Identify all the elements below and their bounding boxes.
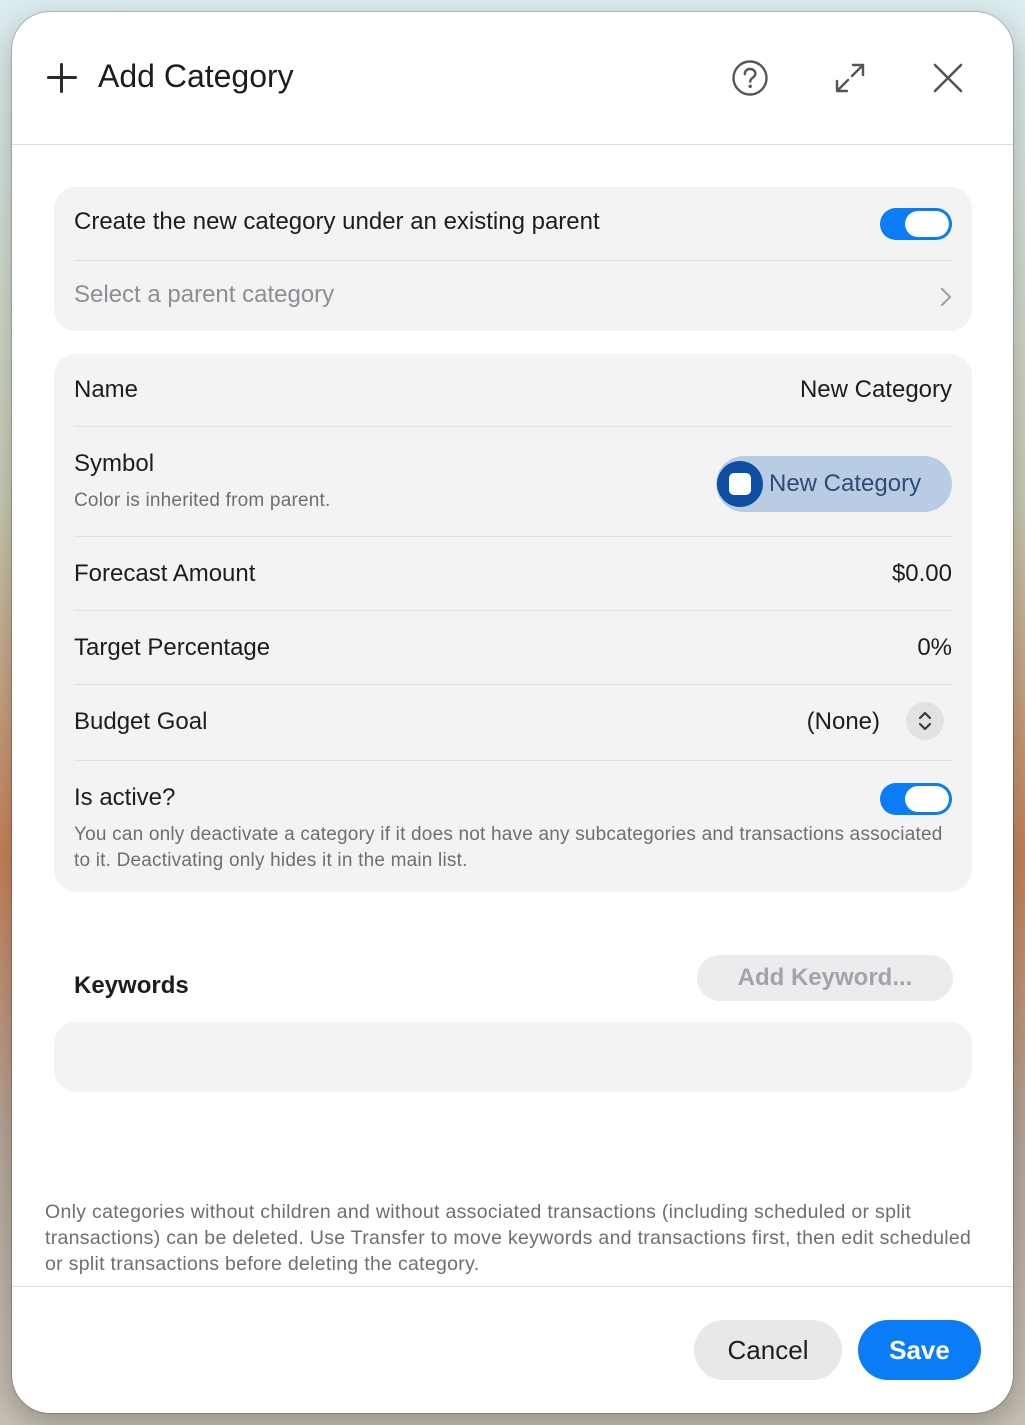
- add-keyword-button[interactable]: Add Keyword...: [697, 955, 953, 1001]
- is-active-row: Is active? You can only deactivate a cat…: [74, 782, 952, 878]
- keywords-list: [54, 1022, 972, 1092]
- is-active-toggle[interactable]: [880, 783, 952, 815]
- save-button[interactable]: Save: [858, 1320, 981, 1380]
- footer-divider: [12, 1286, 1013, 1287]
- target-label: Target Percentage: [74, 634, 271, 661]
- forecast-value[interactable]: $0.00: [892, 560, 952, 588]
- help-button[interactable]: [728, 56, 772, 100]
- dialog-header: Add Category: [12, 12, 1013, 145]
- symbol-picker[interactable]: New Category: [716, 456, 952, 512]
- category-details-card: Name New Category Symbol Color is inheri…: [54, 354, 972, 892]
- delete-info-note: Only categories without children and wit…: [45, 1201, 972, 1275]
- parent-toggle-row: Create the new category under an existin…: [74, 207, 952, 241]
- parent-category-selector[interactable]: Select a parent category: [74, 279, 952, 313]
- symbol-label: Symbol: [74, 450, 155, 477]
- symbol-hint: Color is inherited from parent.: [74, 490, 331, 511]
- forecast-label: Forecast Amount: [74, 560, 256, 587]
- divider: [74, 260, 952, 261]
- name-row[interactable]: Name New Category: [74, 374, 952, 408]
- keywords-title: Keywords: [74, 972, 189, 999]
- target-value[interactable]: 0%: [917, 634, 952, 662]
- divider: [74, 426, 952, 427]
- symbol-square-icon: [717, 461, 763, 507]
- budget-goal-row: Budget Goal (None): [74, 702, 952, 740]
- close-button[interactable]: [926, 56, 970, 100]
- parent-category-card: Create the new category under an existin…: [54, 187, 972, 331]
- close-icon: [933, 63, 963, 93]
- divider: [74, 760, 952, 761]
- expand-arrows-icon: [835, 63, 865, 93]
- target-row[interactable]: Target Percentage 0%: [74, 632, 952, 666]
- expand-button[interactable]: [828, 56, 872, 100]
- parent-category-placeholder: Select a parent category: [74, 281, 335, 308]
- plus-icon: [46, 62, 78, 94]
- budget-goal-value[interactable]: (None): [807, 708, 880, 736]
- chevron-up-down-icon: [918, 711, 932, 731]
- divider: [74, 610, 952, 611]
- forecast-row[interactable]: Forecast Amount $0.00: [74, 558, 952, 592]
- is-active-label: Is active?: [74, 784, 176, 811]
- divider: [74, 684, 952, 685]
- add-category-dialog: Add Category Create the new category und…: [12, 12, 1013, 1413]
- parent-toggle-label: Create the new category under an existin…: [74, 208, 600, 235]
- parent-toggle[interactable]: [880, 208, 952, 240]
- dialog-title: Add Category: [98, 58, 294, 94]
- budget-goal-stepper[interactable]: [906, 702, 944, 740]
- divider: [74, 536, 952, 537]
- name-value[interactable]: New Category: [800, 376, 952, 404]
- symbol-row: Symbol Color is inherited from parent. N…: [74, 448, 952, 520]
- question-circle-icon: [732, 60, 768, 96]
- budget-goal-label: Budget Goal: [74, 708, 208, 735]
- name-label: Name: [74, 376, 139, 403]
- chevron-right-icon: [940, 287, 952, 307]
- cancel-button[interactable]: Cancel: [694, 1320, 842, 1380]
- is-active-hint: You can only deactivate a category if it…: [74, 824, 943, 871]
- symbol-value: New Category: [769, 470, 922, 497]
